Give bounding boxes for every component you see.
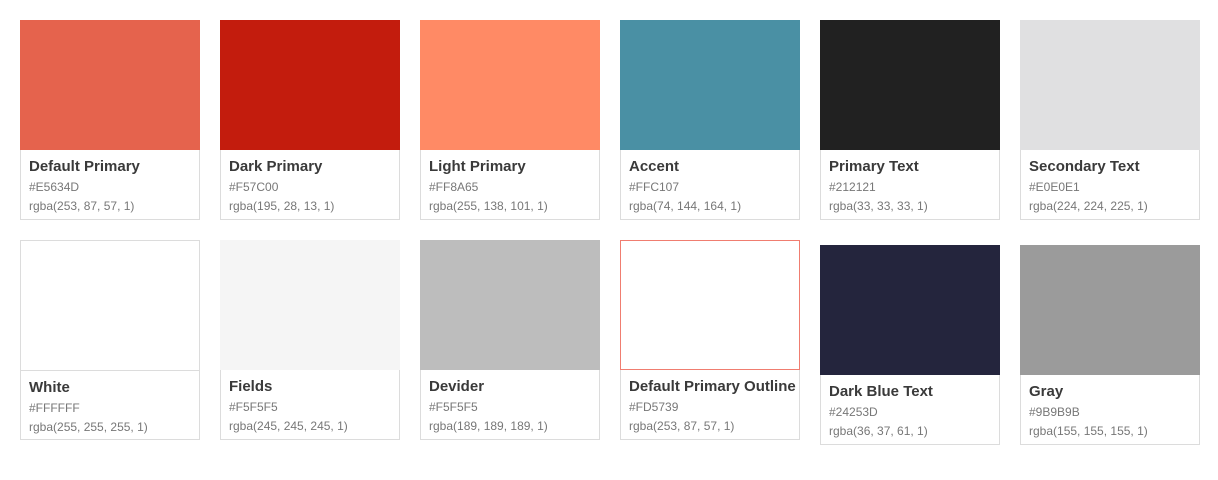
color-name: Light Primary	[429, 158, 526, 175]
color-swatch	[820, 245, 1000, 375]
color-swatch	[20, 240, 200, 370]
color-name: White	[29, 379, 70, 396]
color-rgba: rgba(195, 28, 13, 1)	[229, 199, 335, 213]
color-swatch	[1020, 20, 1200, 150]
color-name: Dark Blue Text	[829, 383, 933, 400]
color-hex: #E5634D	[29, 180, 80, 194]
color-info: Secondary Text #E0E0E1 rgba(224, 224, 22…	[1020, 150, 1200, 220]
color-name: Fields	[229, 378, 273, 395]
color-rgba: rgba(33, 33, 33, 1)	[829, 199, 928, 213]
color-swatch	[20, 20, 200, 150]
color-info: White #FFFFFF rgba(255, 255, 255, 1)	[20, 370, 200, 440]
color-name: Devider	[429, 378, 485, 395]
color-name: Secondary Text	[1029, 158, 1140, 175]
color-hex: #212121	[829, 180, 876, 194]
color-rgba: rgba(189, 189, 189, 1)	[429, 419, 548, 433]
color-hex: #9B9B9B	[1029, 405, 1080, 419]
color-name: Default Primary Outline	[629, 378, 796, 395]
color-rgba: rgba(255, 138, 101, 1)	[429, 199, 548, 213]
color-swatch	[220, 20, 400, 150]
color-hex: #F5F5F5	[229, 400, 278, 414]
color-swatch	[220, 240, 400, 370]
color-rgba: rgba(253, 87, 57, 1)	[29, 199, 135, 213]
color-info: Gray #9B9B9B rgba(155, 155, 155, 1)	[1020, 375, 1200, 445]
color-rgba: rgba(253, 87, 57, 1)	[629, 419, 735, 433]
color-hex: #FFFFFF	[29, 401, 80, 415]
color-name: Accent	[629, 158, 680, 175]
color-swatch	[1020, 245, 1200, 375]
color-swatch	[420, 240, 600, 370]
color-info: Dark Blue Text #24253D rgba(36, 37, 61, …	[820, 375, 1000, 445]
color-info: Fields #F5F5F5 rgba(245, 245, 245, 1)	[220, 370, 400, 440]
color-rgba: rgba(255, 255, 255, 1)	[29, 420, 148, 434]
color-name: Default Primary	[29, 158, 140, 175]
color-info: Accent #FFC107 rgba(74, 144, 164, 1)	[620, 150, 800, 220]
color-hex: #24253D	[829, 405, 878, 419]
color-info: Devider #F5F5F5 rgba(189, 189, 189, 1)	[420, 370, 600, 440]
color-swatch	[620, 240, 800, 370]
color-hex: #F5F5F5	[429, 400, 478, 414]
color-name: Dark Primary	[229, 158, 323, 175]
color-hex: #FFC107	[629, 180, 680, 194]
color-hex: #F57C00	[229, 180, 279, 194]
color-hex: #FD5739	[629, 400, 679, 414]
color-swatch	[420, 20, 600, 150]
color-info: Default Primary #E5634D rgba(253, 87, 57…	[20, 150, 200, 220]
color-rgba: rgba(155, 155, 155, 1)	[1029, 424, 1148, 438]
color-rgba: rgba(224, 224, 225, 1)	[1029, 199, 1148, 213]
color-swatch	[820, 20, 1000, 150]
color-rgba: rgba(74, 144, 164, 1)	[629, 199, 742, 213]
color-name: Gray	[1029, 383, 1064, 400]
color-hex: #FF8A65	[429, 180, 479, 194]
color-rgba: rgba(36, 37, 61, 1)	[829, 424, 928, 438]
color-info: Light Primary #FF8A65 rgba(255, 138, 101…	[420, 150, 600, 220]
color-info: Default Primary Outline #FD5739 rgba(253…	[620, 370, 800, 440]
color-name: Primary Text	[829, 158, 919, 175]
color-swatch	[620, 20, 800, 150]
color-info: Primary Text #212121 rgba(33, 33, 33, 1)	[820, 150, 1000, 220]
color-hex: #E0E0E1	[1029, 180, 1080, 194]
color-info: Dark Primary #F57C00 rgba(195, 28, 13, 1…	[220, 150, 400, 220]
color-rgba: rgba(245, 245, 245, 1)	[229, 419, 348, 433]
